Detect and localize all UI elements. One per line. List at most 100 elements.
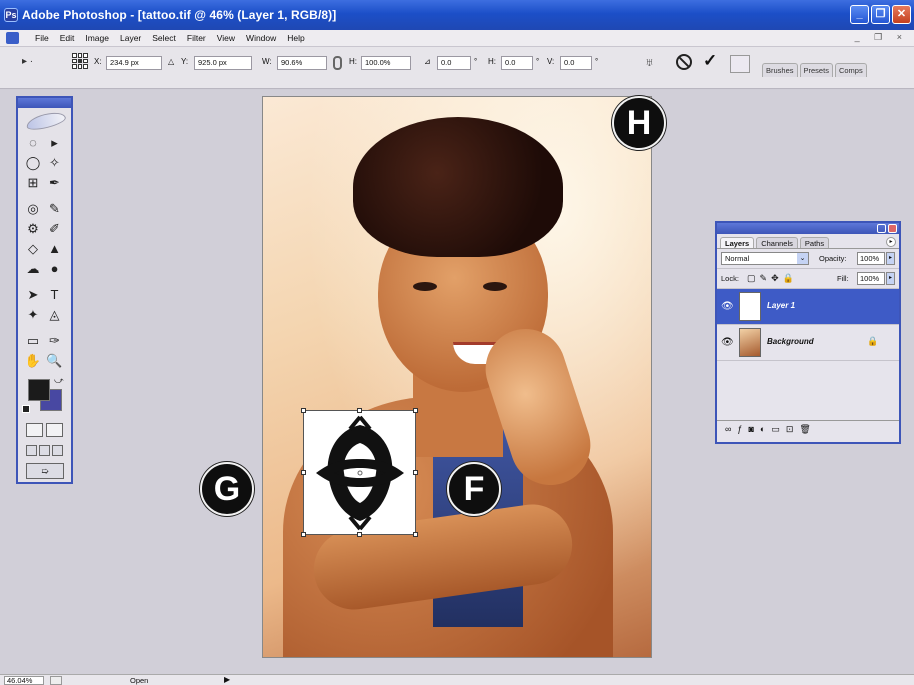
transform-handle-top-left[interactable] [301,408,306,413]
palette-well-tab-brushes[interactable]: Brushes [762,63,798,77]
rotation-angle-field[interactable]: 0.0 [437,56,471,70]
lock-all-icon[interactable]: 🔒 [783,273,794,284]
new-group-icon[interactable]: ▭ [771,424,780,435]
layers-palette-title-bar[interactable] [717,223,899,234]
palette-well-tab-presets[interactable]: Presets [799,63,833,77]
document-info-icon[interactable] [50,676,62,685]
layer-row-layer-1[interactable]: 👁 Layer 1 [717,289,899,325]
lock-position-icon[interactable]: ✥ [771,273,779,284]
close-button[interactable]: ✕ [892,5,911,24]
eye-icon[interactable]: 👁 [721,301,734,312]
eraser-tool-icon[interactable]: ◇ [23,240,43,257]
menu-filter[interactable]: Filter [182,33,212,43]
palette-well-tab-comps[interactable]: Comps [834,63,867,77]
foreground-color-swatch[interactable] [28,379,50,401]
layer-row-background[interactable]: 👁 Background 🔒 [717,325,899,361]
move-tool-preset-icon[interactable]: ▸ · [22,56,44,70]
delta-icon[interactable]: △ [168,57,174,66]
lock-pixels-icon[interactable]: ✎ [760,273,768,284]
type-tool-icon[interactable]: T [45,286,65,303]
file-browser-icon[interactable] [730,55,750,73]
jump-to-imageready-button[interactable]: ➯ [26,463,64,479]
x-position-field[interactable]: 234.9 px [106,56,162,70]
trash-icon[interactable]: 🗑 [799,424,810,435]
adjustment-layer-icon[interactable]: ◐ [760,424,765,435]
pen-tool-icon[interactable]: ✦ [23,306,43,323]
tab-layers[interactable]: Layers [720,237,755,248]
history-brush-tool-icon[interactable]: ✐ [45,220,65,237]
menu-help[interactable]: Help [282,33,310,43]
menu-edit[interactable]: Edit [55,33,81,43]
brush-tool-icon[interactable]: ✎ [45,200,65,217]
notes-tool-icon[interactable]: ▭ [23,332,43,349]
paint-bucket-tool-icon[interactable]: ▲ [45,240,65,257]
standard-screen-mode-button[interactable] [26,445,37,456]
crop-tool-icon[interactable]: ⊞ [23,174,43,191]
blend-mode-select[interactable]: Normal ⌄ [721,252,809,265]
layer-style-icon[interactable]: ƒ [737,424,742,435]
slice-tool-icon[interactable]: ✒ [45,174,65,191]
clone-stamp-tool-icon[interactable]: ⚙ [23,220,43,237]
eyedropper-tool-icon[interactable]: ✑ [45,332,65,349]
palette-close-icon[interactable] [888,224,897,233]
menu-layer[interactable]: Layer [115,33,147,43]
default-colors-icon[interactable] [22,405,30,413]
vertical-skew-field[interactable]: 0.0 [560,56,592,70]
document-canvas[interactable] [262,96,652,658]
eye-icon[interactable]: 👁 [721,337,734,348]
opacity-field[interactable]: 100% [857,252,885,265]
document-icon[interactable] [6,32,19,44]
toolbox-title-bar[interactable] [18,98,71,108]
palette-minimize-icon[interactable] [877,224,886,233]
layer-mask-icon[interactable]: ◙ [748,424,753,435]
swap-colors-icon[interactable]: ⤻ [54,375,64,386]
opacity-slider-arrow-icon[interactable]: ▸ [886,252,895,265]
quick-mask-mode-button[interactable] [46,423,63,437]
warp-mode-icon[interactable]: ♅ [645,55,654,69]
full-screen-mode-button[interactable] [52,445,63,456]
width-scale-field[interactable]: 90.6% [277,56,327,70]
path-selection-tool-icon[interactable]: ➤ [23,286,43,303]
healing-brush-tool-icon[interactable]: ◎ [23,200,43,217]
restore-button[interactable]: ❐ [871,5,890,24]
new-layer-icon[interactable]: ⊡ [786,424,794,435]
magic-wand-tool-icon[interactable]: ✧ [45,154,65,171]
photoshop-app-icon[interactable]: Ps [4,8,18,22]
transform-handle-right[interactable] [413,470,418,475]
blur-tool-icon[interactable]: ☁ [23,260,43,277]
minimize-button[interactable]: _ [850,5,869,24]
full-screen-menu-mode-button[interactable] [39,445,50,456]
tab-paths[interactable]: Paths [799,237,830,248]
cancel-transform-icon[interactable] [676,54,692,70]
menu-view[interactable]: View [212,33,241,43]
zoom-level-field[interactable]: 46.04% [4,676,44,685]
transform-handle-top[interactable] [357,408,362,413]
link-proportions-icon[interactable] [333,56,342,70]
shape-tool-icon[interactable]: ◬ [45,306,65,323]
transform-handle-bottom-left[interactable] [301,532,306,537]
lock-transparency-icon[interactable]: ▢ [747,273,756,284]
lasso-tool-icon[interactable]: ◯ [23,154,43,171]
tab-channels[interactable]: Channels [756,237,798,248]
menu-window[interactable]: Window [241,33,282,43]
menu-select[interactable]: Select [147,33,182,43]
transform-handle-bottom-right[interactable] [413,532,418,537]
transform-handle-top-right[interactable] [413,408,418,413]
fill-field[interactable]: 100% [857,272,885,285]
hand-tool-icon[interactable]: ✋ [23,352,43,369]
menu-image[interactable]: Image [80,33,115,43]
commit-transform-icon[interactable]: ✓ [703,51,717,71]
menu-file[interactable]: File [30,33,55,43]
marquee-tool-icon[interactable]: ◌ [23,134,43,151]
link-layers-icon[interactable]: ∞ [725,424,731,435]
reference-point-grid[interactable] [72,53,88,69]
height-scale-field[interactable]: 100.0% [361,56,411,70]
zoom-tool-icon[interactable]: 🔍 [45,352,65,369]
fill-slider-arrow-icon[interactable]: ▸ [886,272,895,285]
horizontal-skew-field[interactable]: 0.0 [501,56,533,70]
dodge-tool-icon[interactable]: ● [45,260,65,277]
y-position-field[interactable]: 925.0 px [194,56,252,70]
document-window-controls[interactable]: _ ❐ × [855,32,908,43]
transform-handle-left[interactable] [301,470,306,475]
standard-mode-button[interactable] [26,423,43,437]
